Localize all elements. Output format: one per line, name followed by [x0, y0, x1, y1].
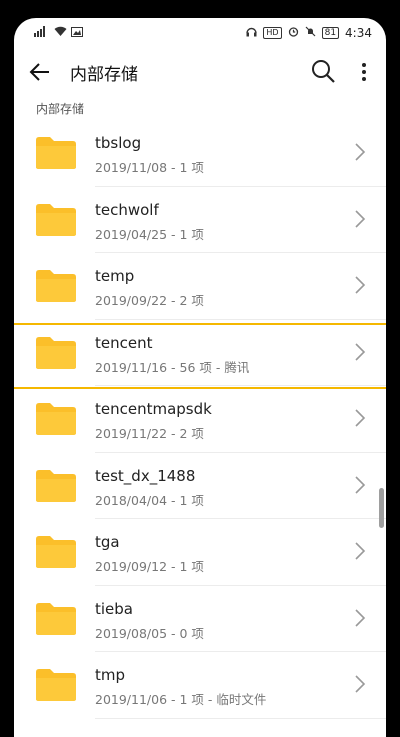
mute-icon [305, 26, 316, 40]
chevron-right-icon [355, 276, 366, 294]
folder-name: techwolf [95, 200, 159, 219]
headset-icon [246, 26, 258, 40]
phone-screen: HD 81 4:34 内部存储 内部存储 tbslog 2019/11/08 -… [14, 18, 386, 737]
list-item[interactable]: tga 2019/09/12 - 1 项 [14, 519, 386, 586]
folder-meta: 2019/11/08 - 1 项 [95, 160, 204, 175]
folder-meta: 2019/09/22 - 2 项 [95, 293, 204, 308]
clock: 4:34 [345, 26, 372, 40]
list-item[interactable]: test_dx_1488 2018/04/04 - 1 项 [14, 453, 386, 519]
folder-icon [36, 669, 76, 701]
status-right: HD 81 4:34 [246, 26, 372, 40]
folder-list: tbslog 2019/11/08 - 1 项 techwolf 2019/04… [14, 120, 386, 719]
more-vertical-icon [362, 63, 366, 81]
search-button[interactable] [310, 58, 338, 86]
list-item[interactable]: tmp 2019/11/06 - 1 项 - 临时文件 [14, 652, 386, 719]
chevron-right-icon [355, 542, 366, 560]
alarm-icon [288, 26, 299, 40]
folder-name: tieba [95, 599, 133, 618]
chevron-right-icon [355, 475, 366, 494]
list-item[interactable]: tencentmapsdk 2019/11/22 - 2 项 [14, 386, 386, 453]
list-item[interactable]: temp 2019/09/22 - 2 项 [14, 253, 386, 320]
breadcrumb[interactable]: 内部存储 [36, 100, 84, 117]
chevron-right-icon [355, 143, 366, 161]
folder-name: tbslog [95, 134, 142, 152]
signal-icon [34, 26, 50, 40]
folder-name: tencent [95, 333, 153, 352]
back-arrow-icon [29, 63, 49, 81]
folder-icon [36, 137, 76, 169]
folder-meta: 2018/04/04 - 1 项 [95, 492, 204, 508]
folder-meta: 2019/11/22 - 2 项 [95, 426, 204, 441]
folder-icon [36, 469, 76, 502]
folder-icon [36, 403, 76, 435]
status-bar: HD 81 4:34 [14, 18, 386, 48]
folder-name: temp [95, 267, 135, 285]
search-icon [312, 60, 335, 83]
scrollbar-thumb[interactable] [379, 488, 384, 528]
folder-icon [36, 336, 76, 369]
status-left [34, 26, 83, 40]
back-button[interactable] [26, 58, 54, 86]
list-item-highlighted[interactable]: tencent 2019/11/16 - 56 项 - 腾讯 [14, 320, 386, 389]
wifi-icon [54, 26, 67, 40]
page-title: 内部存储 [70, 65, 138, 85]
hd-badge: HD [263, 27, 282, 39]
folder-name: tmp [95, 666, 126, 684]
list-item[interactable]: tieba 2019/08/05 - 0 项 [14, 586, 386, 652]
list-item[interactable]: tbslog 2019/11/08 - 1 项 [14, 120, 386, 187]
folder-icon [36, 536, 76, 568]
divider [95, 717, 386, 719]
folder-icon [36, 203, 76, 236]
battery-indicator: 81 [321, 27, 340, 39]
chevron-right-icon [355, 342, 366, 361]
folder-icon [36, 270, 76, 302]
image-icon [71, 26, 83, 40]
folder-name: tga [95, 533, 120, 551]
folder-meta: 2019/09/12 - 1 项 [95, 559, 204, 574]
app-bar: 内部存储 [14, 48, 386, 96]
chevron-right-icon [355, 209, 366, 228]
folder-meta: 2019/04/25 - 1 项 [95, 226, 204, 242]
chevron-right-icon [355, 608, 366, 627]
chevron-right-icon [355, 675, 366, 693]
chevron-right-icon [355, 409, 366, 427]
folder-icon [36, 602, 76, 635]
more-options-button[interactable] [350, 58, 378, 86]
list-item[interactable]: techwolf 2019/04/25 - 1 项 [14, 187, 386, 253]
folder-meta: 2019/08/05 - 0 项 [95, 625, 204, 641]
folder-name: tencentmapsdk [95, 400, 212, 418]
folder-meta: 2019/11/16 - 56 项 - 腾讯 [95, 359, 250, 375]
folder-meta: 2019/11/06 - 1 项 - 临时文件 [95, 692, 267, 707]
folder-name: test_dx_1488 [95, 466, 196, 485]
